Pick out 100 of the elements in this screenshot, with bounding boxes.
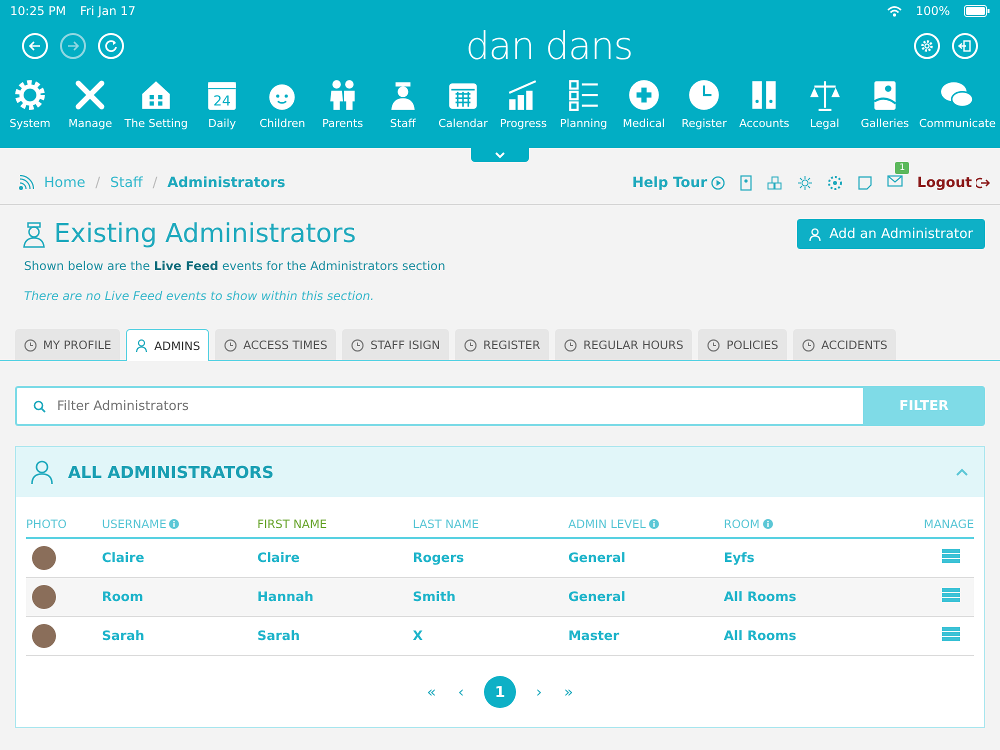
table-cell: Hannah xyxy=(257,590,314,604)
breadcrumb-separator: / xyxy=(95,175,100,191)
filter-field[interactable]: Filter Administrators xyxy=(15,386,863,426)
table-cell: X xyxy=(412,628,423,644)
table-cell[interactable]: Sarah xyxy=(102,628,144,644)
folded-page-icon[interactable] xyxy=(857,175,874,191)
previous-page-button[interactable]: ‹ xyxy=(456,681,466,703)
tab[interactable]: POLICIES xyxy=(698,329,788,360)
column-header[interactable]: LAST NAME xyxy=(412,517,479,531)
nav-item[interactable]: Medical xyxy=(618,78,670,148)
server-list-icon[interactable] xyxy=(942,627,960,641)
column-header[interactable]: MANAGE xyxy=(924,517,974,531)
tab[interactable]: ACCIDENTS xyxy=(793,329,896,360)
live-feed-intro: Shown below are the Live Feed events for the Administrators section xyxy=(24,259,446,273)
collapse-toggle[interactable] xyxy=(471,148,529,162)
tab-icon xyxy=(351,338,364,352)
notification-badge: 1 xyxy=(895,162,910,174)
portrait-icon[interactable] xyxy=(739,175,754,191)
table-cell: Rogers xyxy=(412,550,464,566)
nav-item[interactable]: Progress xyxy=(497,78,550,148)
person-icon xyxy=(30,460,54,484)
avatar-circle xyxy=(32,624,56,648)
table-cell: Eyfs xyxy=(724,550,754,566)
column-header[interactable]: USERNAME xyxy=(102,517,180,531)
table-cell: Smith xyxy=(412,590,456,604)
refresh-button[interactable] xyxy=(98,33,124,59)
table-cell: All Rooms xyxy=(724,628,796,644)
nav-item[interactable]: Planning xyxy=(558,78,610,148)
battery-percent: 100% xyxy=(916,4,950,18)
administrator-icon xyxy=(22,220,46,248)
server-list-icon[interactable] xyxy=(942,549,960,563)
tab-icon xyxy=(24,338,37,352)
tab-icon xyxy=(564,338,578,352)
nav-item[interactable]: Manage xyxy=(64,78,116,148)
breadcrumb-link[interactable]: Home xyxy=(44,175,86,191)
tab[interactable]: REGULAR HOURS xyxy=(555,329,692,360)
tab-icon xyxy=(802,338,816,352)
scales-icon xyxy=(808,78,842,112)
add-administrator-button[interactable]: Add an Administrator xyxy=(797,219,985,249)
column-header[interactable]: ADMIN LEVEL xyxy=(568,517,659,531)
forward-arrow-icon xyxy=(66,39,80,53)
breadcrumb-separator: / xyxy=(152,175,158,191)
nav-item[interactable]: Staff xyxy=(376,78,429,148)
nav-item[interactable]: The Setting xyxy=(124,78,188,148)
nav-item[interactable]: Parents xyxy=(316,78,369,148)
next-page-button[interactable]: › xyxy=(534,681,544,703)
tab[interactable]: ADMINS xyxy=(126,329,210,361)
filter-button[interactable]: FILTER xyxy=(863,386,985,426)
column-header[interactable]: PHOTO xyxy=(26,517,67,531)
column-header[interactable]: ROOM xyxy=(724,517,773,531)
table-cell[interactable]: Room xyxy=(102,590,144,604)
help-tour-link[interactable]: Help Tour xyxy=(632,175,726,191)
breadcrumb-link[interactable]: Administrators xyxy=(167,175,286,191)
nav-item[interactable]: System xyxy=(4,78,56,148)
chevron-icon[interactable] xyxy=(956,468,968,476)
nav-item[interactable]: Accounts xyxy=(738,78,790,148)
nav-item[interactable]: Communicate xyxy=(919,78,996,148)
avatar-circle xyxy=(32,546,56,570)
server-list-icon[interactable] xyxy=(942,588,960,602)
page-title: Existing Administrators xyxy=(54,219,356,249)
settings-button[interactable] xyxy=(914,33,940,59)
breadcrumb-link[interactable]: Staff xyxy=(110,175,143,191)
logout-link[interactable]: Logout xyxy=(917,175,990,191)
refresh-icon xyxy=(104,39,118,53)
forward-button[interactable] xyxy=(60,33,86,59)
table-cell: General xyxy=(568,590,626,604)
table-cell: Sarah xyxy=(257,628,300,644)
tab[interactable]: ACCESS TIMES xyxy=(215,329,336,360)
page-button[interactable]: 1 xyxy=(484,676,516,708)
sun-icon[interactable] xyxy=(797,175,814,191)
first-page-button[interactable]: « xyxy=(424,681,438,703)
nav-item[interactable]: Calendar xyxy=(437,78,490,148)
tab[interactable]: STAFF ISIGN xyxy=(342,329,450,360)
table-cell[interactable]: Claire xyxy=(102,550,144,566)
column-header[interactable]: FIRST NAME xyxy=(257,517,327,531)
feed-icon xyxy=(18,175,34,191)
nav-item[interactable]: Galleries xyxy=(858,78,911,148)
gear-icon xyxy=(13,78,47,112)
status-date: Fri Jan 17 xyxy=(80,4,136,18)
door-arrow-icon xyxy=(958,39,972,53)
table-cell: Master xyxy=(568,628,620,644)
tab[interactable]: MY PROFILE xyxy=(15,329,120,360)
last-page-button[interactable]: » xyxy=(562,681,576,703)
panel-title: ALL ADMINISTRATORS xyxy=(68,462,275,482)
wifi-icon xyxy=(886,6,902,16)
tab[interactable]: REGISTER xyxy=(455,329,550,360)
status-time: 10:25 PM xyxy=(10,4,66,18)
tab-icon xyxy=(224,338,238,352)
envelope-icon[interactable] xyxy=(887,174,904,188)
tab-icon xyxy=(707,338,720,352)
sign-out-button[interactable] xyxy=(952,33,978,59)
clock-icon xyxy=(687,78,722,112)
nav-item[interactable]: Register xyxy=(678,78,730,148)
table-cell: All Rooms xyxy=(724,590,796,604)
nav-item[interactable]: Children xyxy=(256,78,308,148)
medical-cross-icon xyxy=(626,78,661,112)
table-cell: Claire xyxy=(257,550,300,566)
nav-item[interactable]: Legal xyxy=(798,78,851,148)
nav-item[interactable]: 24 Daily xyxy=(196,78,248,148)
back-button[interactable] xyxy=(22,33,48,59)
